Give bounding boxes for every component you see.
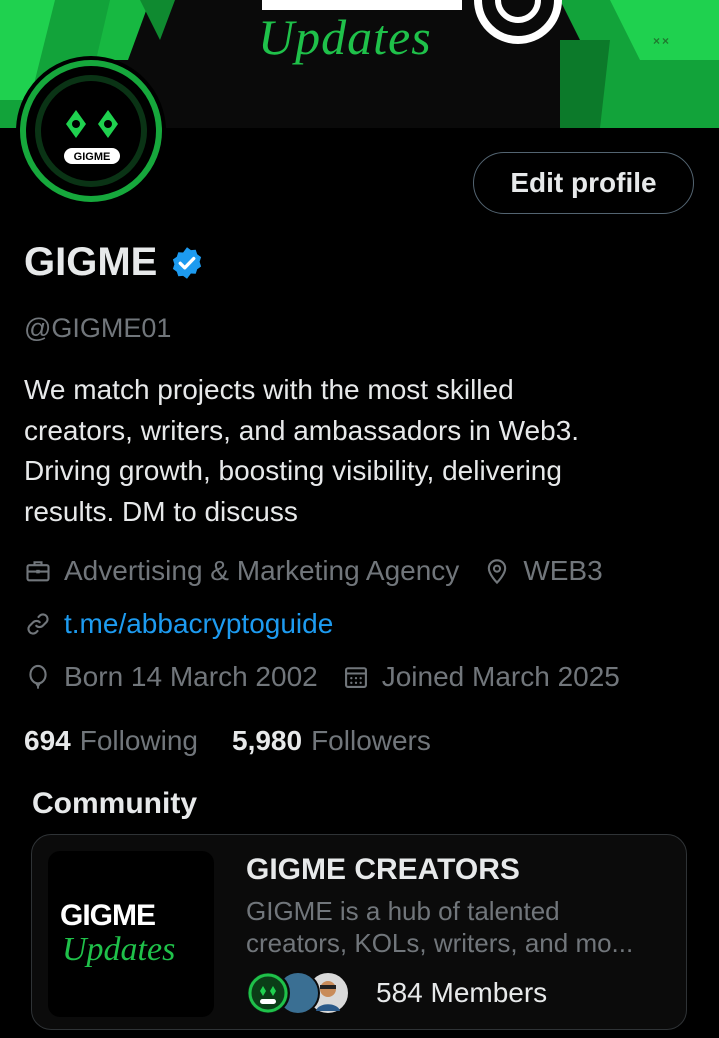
profile-link-row: t.me/abbacryptoguide bbox=[24, 608, 333, 640]
members-count: 584 Members bbox=[376, 977, 548, 1008]
profile-dates-row: Born 14 March 2002 Joined March 2025 bbox=[24, 661, 620, 693]
community-section-title: Community bbox=[32, 787, 197, 820]
thumb-title: GIGME bbox=[60, 899, 156, 932]
community-desc-line: GIGME is a hub of talented bbox=[246, 896, 560, 926]
bio-line: creators, writers, and ambassadors in We… bbox=[24, 414, 580, 446]
followers-link[interactable]: 5,980 Followers bbox=[232, 725, 431, 757]
member-avatar-graphic bbox=[248, 973, 288, 1013]
following-count: 694 bbox=[24, 725, 71, 756]
joined-label: Joined March 2025 bbox=[381, 661, 620, 692]
category-item: Advertising & Marketing Agency bbox=[24, 555, 459, 587]
community-name: GIGME CREATORS bbox=[246, 853, 520, 886]
bio-line: results. DM to discuss bbox=[24, 495, 298, 527]
name-row: GIGME bbox=[24, 240, 205, 285]
link-item[interactable]: t.me/abbacryptoguide bbox=[24, 608, 333, 640]
location-item: WEB3 bbox=[483, 555, 603, 587]
thumb-subtitle: Updates bbox=[62, 931, 176, 968]
following-label: Following bbox=[79, 725, 198, 756]
bio-line: We match projects with the most skilled bbox=[24, 374, 514, 405]
banner-marks: ×× bbox=[653, 34, 672, 48]
community-desc-line: creators, KOLs, writers, and mo... bbox=[246, 928, 634, 958]
location-pin-icon bbox=[488, 559, 507, 585]
bio-line: Driving growth, boosting visibility, del… bbox=[24, 455, 562, 486]
following-link[interactable]: 694 Following bbox=[24, 725, 198, 757]
location-label: WEB3 bbox=[523, 555, 603, 586]
briefcase-icon bbox=[26, 561, 50, 582]
avatar-label: GIGME bbox=[74, 151, 111, 163]
community-description: GIGME is a hub of talented creators, KOL… bbox=[246, 895, 676, 959]
profile-bio: We match projects with the most skilled … bbox=[24, 370, 694, 532]
follow-stats: 694 Following 5,980 Followers bbox=[24, 725, 431, 757]
community-members: 584 Members bbox=[246, 971, 547, 1015]
birthday-label: Born 14 March 2002 bbox=[64, 661, 318, 692]
verified-badge-icon[interactable] bbox=[169, 245, 205, 281]
member-avatar bbox=[246, 971, 290, 1015]
banner-title: Updates bbox=[258, 9, 432, 65]
community-thumbnail: GIGME Updates bbox=[48, 851, 214, 1017]
link-icon bbox=[27, 613, 49, 635]
edit-profile-button[interactable]: Edit profile bbox=[473, 152, 694, 214]
profile-meta-row: Advertising & Marketing Agency WEB3 bbox=[24, 555, 603, 587]
joined-item: Joined March 2025 bbox=[342, 661, 620, 693]
category-label: Advertising & Marketing Agency bbox=[64, 555, 460, 586]
balloon-icon bbox=[29, 664, 47, 689]
followers-count: 5,980 bbox=[232, 725, 303, 756]
avatar-logo-graphic: GIGME bbox=[20, 60, 162, 202]
followers-label: Followers bbox=[311, 725, 431, 756]
calendar-icon bbox=[344, 667, 367, 688]
avatar[interactable]: GIGME bbox=[16, 56, 166, 206]
community-card[interactable]: GIGME Updates GIGME CREATORS GIGME is a … bbox=[31, 834, 687, 1030]
profile-handle: @GIGME01 bbox=[24, 313, 172, 343]
profile-link[interactable]: t.me/abbacryptoguide bbox=[64, 608, 333, 640]
profile-name: GIGME bbox=[24, 240, 158, 284]
birthday-item: Born 14 March 2002 bbox=[24, 661, 318, 693]
